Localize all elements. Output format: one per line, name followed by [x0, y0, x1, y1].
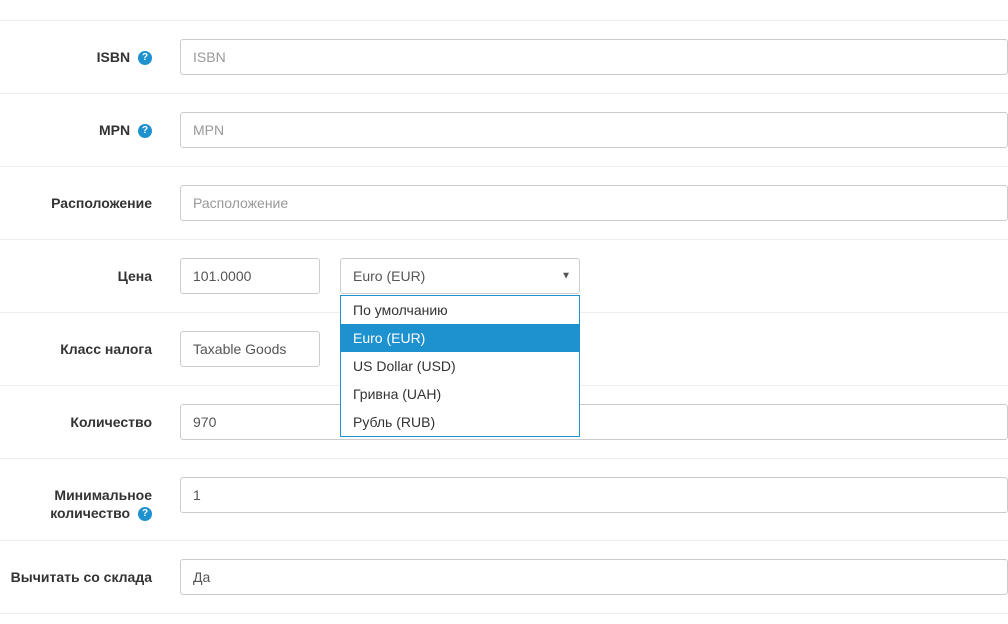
label-text: Цена: [118, 268, 152, 284]
label-min-quantity: Минимальное количество ?: [0, 477, 170, 522]
form-row-mpn: MPN ?: [0, 94, 1008, 167]
input-col: [170, 477, 1008, 513]
currency-option-uah[interactable]: Гривна (UAH): [341, 380, 579, 408]
input-col: [170, 404, 1008, 440]
form-row-isbn: ISBN ?: [0, 21, 1008, 94]
help-icon[interactable]: ?: [138, 51, 152, 65]
label-isbn: ISBN ?: [0, 39, 170, 66]
label-mpn: MPN ?: [0, 112, 170, 139]
currency-option-rub[interactable]: Рубль (RUB): [341, 408, 579, 436]
input-col: [170, 112, 1008, 148]
currency-option-eur[interactable]: Euro (EUR): [341, 324, 579, 352]
label-tax-class: Класс налога: [0, 331, 170, 358]
isbn-input[interactable]: [180, 39, 1008, 75]
form-row-jan: JAN ?: [0, 0, 1008, 21]
currency-option-default[interactable]: По умолчанию: [341, 296, 579, 324]
help-icon[interactable]: ?: [138, 507, 152, 521]
label-text: MPN: [99, 122, 130, 138]
help-icon[interactable]: ?: [138, 124, 152, 138]
currency-option-usd[interactable]: US Dollar (USD): [341, 352, 579, 380]
currency-select-wrap: Euro (EUR) ▼ По умолчанию Euro (EUR) US …: [340, 258, 580, 294]
min-quantity-input[interactable]: [180, 477, 1008, 513]
label-quantity: Количество: [0, 404, 170, 431]
label-text: Количество: [70, 414, 152, 430]
label-text: Расположение: [51, 195, 152, 211]
label-price: Цена: [0, 258, 170, 285]
label-text: Класс налога: [60, 341, 152, 357]
input-col: [170, 185, 1008, 221]
mpn-input[interactable]: [180, 112, 1008, 148]
currency-selected-text: Euro (EUR): [353, 268, 425, 284]
form-row-price: Цена Euro (EUR) ▼ По умолчанию Euro (EUR…: [0, 240, 1008, 313]
form-row-location: Расположение: [0, 167, 1008, 240]
currency-dropdown: По умолчанию Euro (EUR) US Dollar (USD) …: [340, 295, 580, 437]
quantity-input[interactable]: [180, 404, 1008, 440]
input-col: [170, 559, 1008, 595]
currency-select[interactable]: Euro (EUR) ▼: [340, 258, 580, 294]
label-text: Вычитать со склада: [11, 569, 152, 585]
label-text: ISBN: [97, 49, 130, 65]
label-subtract-stock: Вычитать со склада: [0, 559, 170, 586]
form-row-min-quantity: Минимальное количество ?: [0, 459, 1008, 541]
tax-class-input[interactable]: [180, 331, 320, 367]
label-text: Минимальное количество: [50, 487, 152, 521]
location-input[interactable]: [180, 185, 1008, 221]
input-col: Euro (EUR) ▼ По умолчанию Euro (EUR) US …: [170, 258, 1008, 294]
chevron-down-icon: ▼: [561, 271, 571, 282]
input-col: [170, 39, 1008, 75]
input-col: [170, 331, 1008, 367]
form-row-partial-bottom: [0, 614, 1008, 624]
form-row-subtract-stock: Вычитать со склада: [0, 541, 1008, 614]
price-input[interactable]: [180, 258, 320, 294]
label-location: Расположение: [0, 185, 170, 212]
subtract-stock-input[interactable]: [180, 559, 1008, 595]
